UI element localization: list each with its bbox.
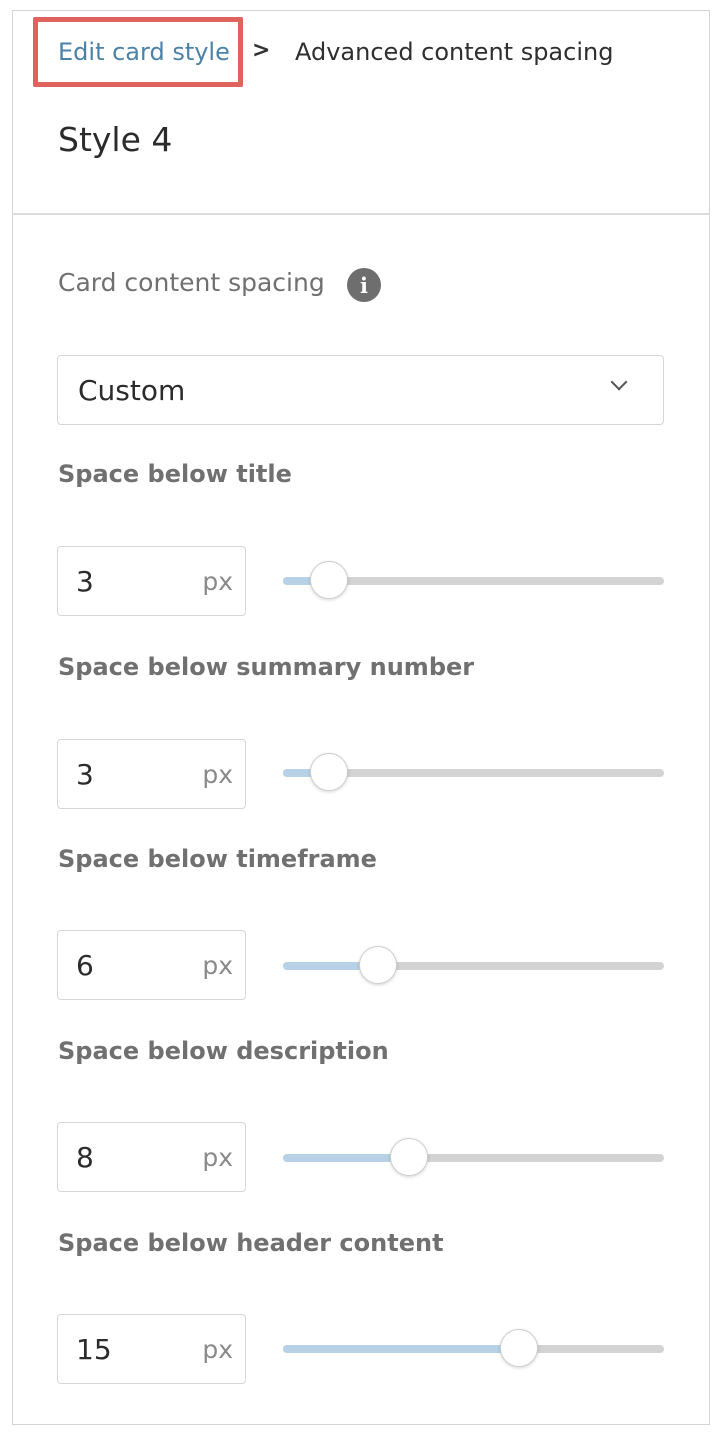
- space-below-timeframe-label: Space below timeframe: [58, 845, 377, 873]
- breadcrumb-edit-card-style-link[interactable]: Edit card style: [58, 38, 230, 66]
- slider-thumb[interactable]: [500, 1329, 539, 1367]
- card-content-spacing-select[interactable]: Custom: [57, 355, 664, 425]
- space-below-description-input[interactable]: 8 px: [57, 1122, 246, 1192]
- slider-thumb[interactable]: [309, 753, 348, 791]
- space-below-description-slider[interactable]: [283, 1138, 664, 1178]
- input-value: 8: [76, 1141, 94, 1174]
- breadcrumb-current-page: Advanced content spacing: [295, 38, 614, 66]
- slider-thumb[interactable]: [389, 1138, 428, 1176]
- input-value: 15: [76, 1333, 112, 1366]
- space-below-summary-number-slider[interactable]: [283, 753, 664, 793]
- select-value: Custom: [78, 374, 186, 407]
- info-icon[interactable]: i: [347, 268, 381, 302]
- space-below-header-content-label: Space below header content: [58, 1229, 444, 1257]
- unit-label: px: [202, 1143, 233, 1172]
- unit-label: px: [202, 567, 233, 596]
- space-below-header-content-input[interactable]: 15 px: [57, 1314, 246, 1384]
- space-below-timeframe-input[interactable]: 6 px: [57, 930, 246, 1000]
- slider-fill: [283, 1345, 520, 1353]
- page-title: Style 4: [58, 120, 173, 159]
- space-below-timeframe-slider[interactable]: [283, 946, 664, 986]
- unit-label: px: [202, 760, 233, 789]
- space-below-title-input[interactable]: 3 px: [57, 546, 246, 616]
- chevron-down-icon: [610, 373, 628, 391]
- card-content-spacing-label: Card content spacing: [58, 268, 325, 297]
- settings-panel: [12, 10, 710, 1425]
- input-value: 6: [76, 949, 94, 982]
- header-divider: [12, 213, 710, 215]
- space-below-title-label: Space below title: [58, 460, 292, 488]
- space-below-title-slider[interactable]: [283, 561, 664, 601]
- input-value: 3: [76, 565, 94, 598]
- slider-thumb[interactable]: [309, 561, 348, 599]
- space-below-header-content-slider[interactable]: [283, 1329, 664, 1369]
- unit-label: px: [202, 951, 233, 980]
- space-below-description-label: Space below description: [58, 1037, 389, 1065]
- input-value: 3: [76, 758, 94, 791]
- space-below-summary-number-label: Space below summary number: [58, 653, 475, 681]
- slider-thumb[interactable]: [359, 946, 398, 984]
- space-below-summary-number-input[interactable]: 3 px: [57, 739, 246, 809]
- breadcrumb-chevron-icon: >: [252, 38, 271, 63]
- unit-label: px: [202, 1335, 233, 1364]
